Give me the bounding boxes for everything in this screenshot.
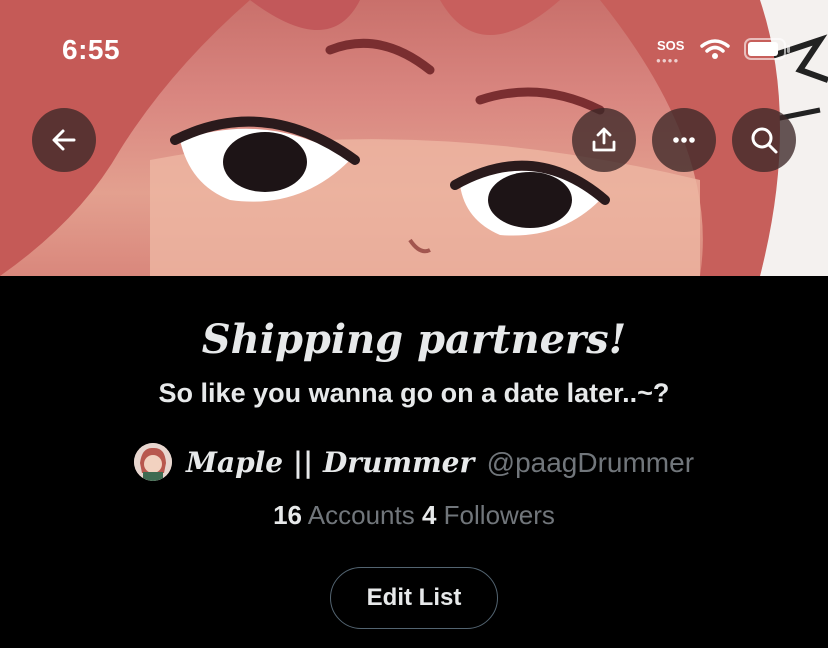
accounts-label: Accounts — [307, 500, 415, 530]
accounts-stat[interactable]: 16 Accounts — [273, 500, 422, 530]
share-icon — [592, 127, 616, 152]
sos-indicator: SOS — [657, 38, 685, 53]
owner-display-name[interactable]: Maple || Drummer — [186, 446, 474, 479]
wifi-icon — [700, 39, 730, 59]
status-bar: 6:55 SOS ●●●● — [0, 0, 828, 100]
edit-list-button[interactable]: Edit List — [330, 567, 498, 629]
accounts-count: 16 — [273, 500, 302, 530]
status-time: 6:55 — [62, 34, 121, 65]
avatar[interactable] — [133, 443, 172, 481]
followers-label: Followers — [443, 500, 555, 530]
share-button[interactable] — [572, 108, 636, 172]
followers-stat[interactable]: 4 Followers — [422, 500, 555, 530]
list-owner[interactable]: Maple || Drummer @paagDrummer — [0, 440, 828, 484]
list-stats: 16 Accounts 4 Followers — [0, 500, 828, 531]
followers-count: 4 — [421, 500, 437, 530]
more-button[interactable] — [652, 108, 716, 172]
list-description: So like you wanna go on a date later..~? — [158, 378, 670, 408]
list-title: Shipping partners! — [201, 316, 627, 363]
search-icon — [751, 127, 778, 154]
more-horizontal-icon — [673, 137, 695, 143]
search-button[interactable] — [732, 108, 796, 172]
battery-icon — [744, 38, 790, 60]
signal-dots-icon: ●●●● — [656, 56, 680, 65]
back-button[interactable] — [32, 108, 96, 172]
owner-handle[interactable]: @paagDrummer — [487, 447, 694, 478]
arrow-left-icon — [52, 129, 76, 151]
